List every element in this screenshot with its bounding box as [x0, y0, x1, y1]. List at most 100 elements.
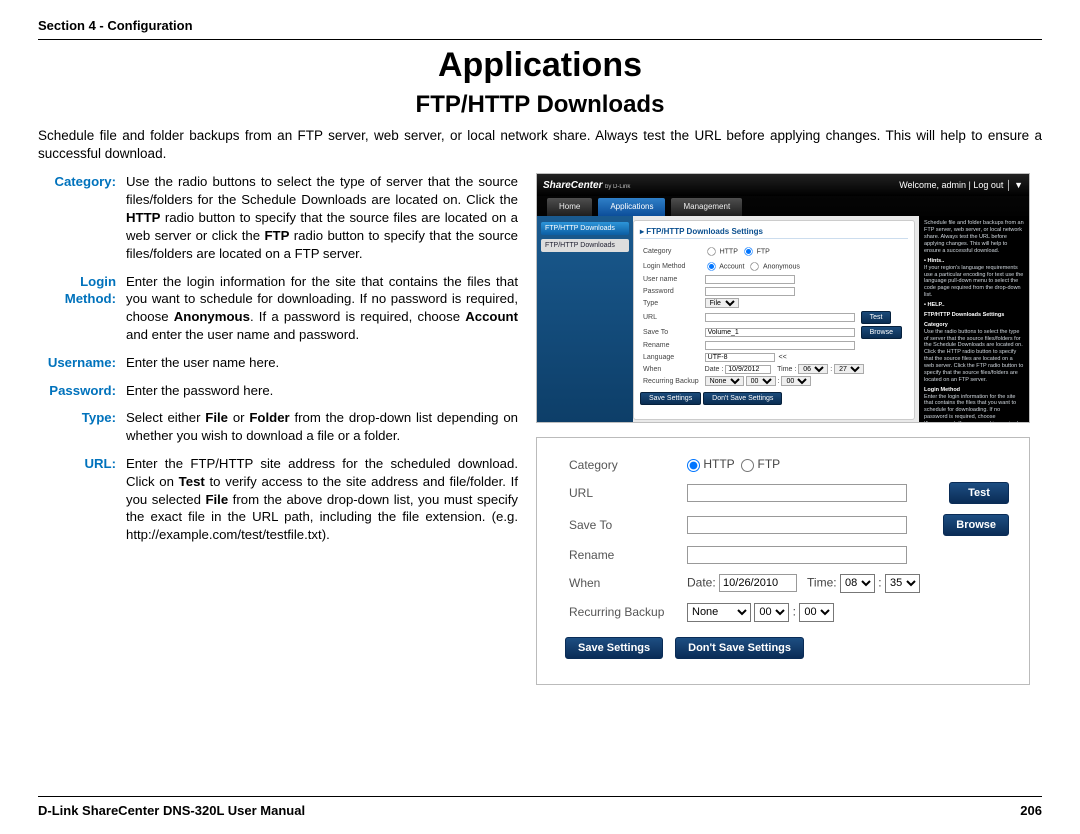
radio-ftp-small[interactable] — [744, 247, 752, 255]
lbl-url-l: URL — [565, 477, 683, 509]
select-mm-small[interactable]: 27 — [834, 364, 864, 374]
radio-ftp[interactable] — [741, 459, 754, 472]
tab-management[interactable]: Management — [671, 198, 742, 216]
term-url: URL: — [38, 455, 116, 544]
lbl-when-l: When — [565, 569, 683, 598]
dropdown-icon[interactable]: │ ▼ — [1006, 180, 1023, 190]
select-rec-mm-small[interactable]: 00 — [781, 376, 811, 386]
app-topbar: ShareCenter by D-Link Welcome, admin | L… — [537, 174, 1029, 196]
input-language-small[interactable] — [705, 353, 775, 362]
input-password-small[interactable] — [705, 287, 795, 296]
desc-type: Select either File or Folder from the dr… — [126, 409, 518, 445]
app-tabs: Home Applications Management — [537, 196, 1029, 216]
t: HTTP — [703, 457, 734, 471]
t: or — [228, 410, 249, 425]
lbl-login-method: Login Method — [640, 259, 702, 274]
help-hints-t: If your region's language requirements u… — [924, 265, 1023, 299]
select-hh[interactable]: 08 — [840, 574, 875, 593]
welcome-text: Welcome, admin | — [899, 180, 973, 190]
settings-form-small: Category HTTP FTP Login Method Account A… — [640, 243, 905, 387]
help-section: FTP/HTTP Downloads Settings — [924, 312, 1024, 319]
lbl-when: When — [640, 363, 702, 375]
select-rec-hh-small[interactable]: 00 — [746, 376, 776, 386]
select-mm[interactable]: 35 — [885, 574, 920, 593]
input-save-to-small[interactable] — [705, 328, 855, 337]
brand-suffix: by D-Link — [605, 184, 630, 190]
save-settings-button[interactable]: Save Settings — [565, 637, 663, 659]
browse-button[interactable]: Browse — [943, 514, 1009, 536]
test-button-small[interactable]: Test — [861, 311, 892, 324]
term-category: Category: — [38, 173, 116, 262]
dont-save-settings-small[interactable]: Don't Save Settings — [703, 392, 782, 405]
term-username: Username: — [38, 354, 116, 372]
radio-anonymous-small[interactable] — [751, 262, 759, 270]
b: File — [205, 410, 228, 425]
topbar-right: Welcome, admin | Log out │ ▼ — [899, 180, 1023, 190]
breadcrumb: FTP/HTTP Downloads — [541, 222, 629, 235]
t: Date: — [687, 575, 716, 589]
t: HTTP — [720, 248, 738, 255]
desc-login-method: Enter the login information for the site… — [126, 273, 518, 344]
t: Time : — [777, 366, 796, 373]
input-save-to[interactable] — [687, 516, 907, 534]
app-help-panel: Schedule file and folder backups from an… — [919, 216, 1029, 423]
app-sidebar: FTP/HTTP Downloads FTP/HTTP Downloads — [537, 216, 633, 423]
logout-link[interactable]: Log out — [973, 180, 1003, 190]
t: . If a password is required, choose — [250, 309, 465, 324]
input-rename-small[interactable] — [705, 341, 855, 350]
app-screenshot-cropped: Category HTTP FTP URL Test Save To Brows… — [536, 437, 1030, 685]
lbl-url: URL — [640, 309, 702, 324]
lbl-save-to: Save To — [640, 325, 702, 340]
footer-left: D-Link ShareCenter DNS-320L User Manual — [38, 803, 305, 818]
lbl-recurring-l: Recurring Backup — [565, 598, 683, 627]
help-lm-t: Enter the login information for the site… — [924, 394, 1020, 424]
t: and enter the user name and password. — [126, 327, 359, 342]
b: Test — [179, 474, 205, 489]
select-recurring[interactable]: None — [687, 603, 751, 622]
browse-button-small[interactable]: Browse — [861, 326, 902, 339]
app-main: ▸ FTP/HTTP Downloads Settings Category H… — [633, 220, 915, 420]
select-recurring-small[interactable]: None — [705, 376, 744, 386]
settings-form-large: Category HTTP FTP URL Test Save To Brows… — [565, 452, 1013, 626]
save-settings-small[interactable]: Save Settings — [640, 392, 701, 405]
input-date[interactable] — [719, 574, 797, 592]
help-lm-h: Login Method — [924, 387, 1024, 394]
input-url-small[interactable] — [705, 313, 855, 322]
lbl-username: User name — [640, 274, 702, 285]
lbl-category: Category — [640, 243, 702, 258]
select-rec-hh[interactable]: 00 — [754, 603, 789, 622]
select-type-small[interactable]: File — [705, 298, 739, 308]
input-date-small[interactable] — [725, 365, 771, 374]
term-password: Password: — [38, 382, 116, 400]
t: FTP — [757, 457, 780, 471]
app-body: FTP/HTTP Downloads FTP/HTTP Downloads ▸ … — [537, 216, 1029, 423]
lbl-rename-l: Rename — [565, 541, 683, 569]
tab-home[interactable]: Home — [547, 198, 592, 216]
tab-applications[interactable]: Applications — [598, 198, 665, 216]
lbl-save-to-l: Save To — [565, 509, 683, 541]
t: Use the radio buttons to select the type… — [126, 174, 518, 207]
input-username-small[interactable] — [705, 275, 795, 284]
t: Select either — [126, 410, 205, 425]
help-help-h: HELP.. — [924, 302, 1024, 309]
dont-save-settings-button[interactable]: Don't Save Settings — [675, 637, 804, 659]
test-button[interactable]: Test — [949, 482, 1009, 504]
radio-account-small[interactable] — [707, 262, 715, 270]
input-url[interactable] — [687, 484, 907, 502]
radio-http-small[interactable] — [707, 247, 715, 255]
desc-username: Enter the user name here. — [126, 354, 518, 372]
sidebar-item-ftp-http[interactable]: FTP/HTTP Downloads — [541, 239, 629, 252]
t: Date : — [705, 366, 724, 373]
help-hints-h: Hints.. — [924, 258, 1024, 265]
select-rec-mm[interactable]: 00 — [799, 603, 834, 622]
page-subtitle: FTP/HTTP Downloads — [38, 91, 1042, 119]
select-hh-small[interactable]: 06 — [798, 364, 828, 374]
lbl-password: Password — [640, 286, 702, 297]
page-title: Applications — [38, 46, 1042, 85]
lang-arrows[interactable]: << — [779, 354, 787, 361]
radio-http[interactable] — [687, 459, 700, 472]
b: File — [205, 492, 228, 507]
b: Folder — [249, 410, 289, 425]
desc-url: Enter the FTP/HTTP site address for the … — [126, 455, 518, 544]
input-rename[interactable] — [687, 546, 907, 564]
